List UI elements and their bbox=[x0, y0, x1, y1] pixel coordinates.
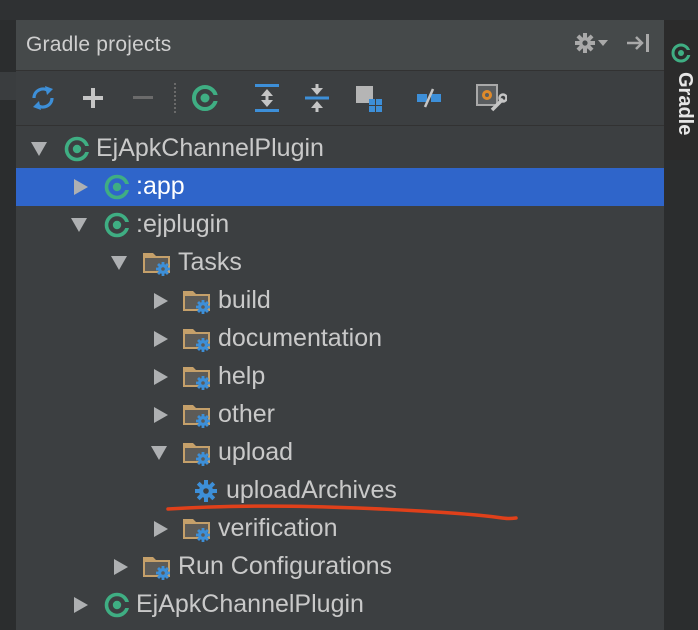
toolbar-separator bbox=[174, 83, 176, 113]
tree-row-label: uploadArchives bbox=[226, 476, 397, 504]
gradle-icon bbox=[671, 43, 691, 63]
expand-arrow-right-icon[interactable] bbox=[154, 407, 168, 423]
tree-row-label: help bbox=[218, 362, 266, 390]
tree-row-label: :ejplugin bbox=[136, 210, 230, 238]
tree-row-label: Run Configurations bbox=[178, 552, 393, 580]
task-folder-icon bbox=[182, 401, 212, 429]
expand-all-icon[interactable] bbox=[250, 81, 284, 115]
task-folder-icon bbox=[182, 439, 212, 467]
toggle-offline-icon[interactable] bbox=[412, 81, 446, 115]
tree-row[interactable]: EjApkChannelPlugin bbox=[16, 130, 664, 168]
side-tab-label: Gradle bbox=[674, 72, 696, 136]
remove-icon[interactable] bbox=[126, 81, 160, 115]
tree-row[interactable]: other bbox=[16, 396, 664, 434]
panel-title: Gradle projects bbox=[26, 33, 172, 56]
expand-arrow-right-icon[interactable] bbox=[154, 521, 168, 537]
tree-row[interactable]: upload bbox=[16, 434, 664, 472]
tree-row[interactable]: documentation bbox=[16, 320, 664, 358]
expand-arrow-right-icon[interactable] bbox=[154, 331, 168, 347]
expand-arrow-right-icon[interactable] bbox=[154, 293, 168, 309]
tree-row[interactable]: uploadArchives bbox=[16, 472, 664, 510]
gear-task-icon bbox=[192, 477, 222, 505]
tree-row[interactable]: Tasks bbox=[16, 244, 664, 282]
tree-row-label: upload bbox=[218, 438, 294, 466]
chevron-down-icon[interactable] bbox=[598, 39, 608, 47]
gear-icon[interactable] bbox=[574, 32, 596, 54]
task-folder-icon bbox=[182, 287, 212, 315]
expand-arrow-down-icon[interactable] bbox=[151, 446, 167, 460]
expand-arrow-right-icon[interactable] bbox=[114, 559, 128, 575]
gradle-toolbar bbox=[16, 71, 664, 126]
tree-row-label: verification bbox=[218, 514, 338, 542]
tree-row[interactable]: Run Configurations bbox=[16, 548, 664, 586]
gutter-marker bbox=[0, 72, 16, 100]
tree-row[interactable]: build bbox=[16, 282, 664, 320]
task-folder-icon bbox=[142, 249, 172, 277]
expand-arrow-right-icon[interactable] bbox=[74, 179, 88, 195]
expand-arrow-down-icon[interactable] bbox=[111, 256, 127, 270]
tree-row-label: EjApkChannelPlugin bbox=[136, 590, 364, 618]
add-icon[interactable] bbox=[76, 81, 110, 115]
expand-arrow-down-icon[interactable] bbox=[71, 218, 87, 232]
tree-row-label: documentation bbox=[218, 324, 383, 352]
task-folder-icon bbox=[182, 515, 212, 543]
tree-row-label: :app bbox=[136, 172, 185, 200]
tab-gradle[interactable]: Gradle bbox=[664, 20, 698, 160]
hide-panel-icon[interactable] bbox=[626, 32, 652, 54]
tree-row-label: build bbox=[218, 286, 271, 314]
tree-row[interactable]: help bbox=[16, 358, 664, 396]
group-modules-icon[interactable] bbox=[352, 81, 386, 115]
gradle-icon bbox=[102, 591, 132, 619]
expand-arrow-right-icon[interactable] bbox=[74, 597, 88, 613]
gradle-icon bbox=[62, 135, 92, 163]
task-folder-icon bbox=[182, 363, 212, 391]
tree-row[interactable]: :ejplugin bbox=[16, 206, 664, 244]
gradle-icon bbox=[102, 211, 132, 239]
gradle-settings-icon[interactable] bbox=[474, 81, 508, 115]
tree-row[interactable]: verification bbox=[16, 510, 664, 548]
tree-row-label: EjApkChannelPlugin bbox=[96, 134, 324, 162]
gradle-projects-panel: Gradle projects EjApkChannelPlugin:app … bbox=[16, 20, 664, 630]
task-folder-icon bbox=[142, 553, 172, 581]
right-tool-window-bar: Gradle bbox=[664, 20, 698, 630]
tree-row[interactable]: EjApkChannelPlugin bbox=[16, 586, 664, 624]
editor-tab-strip bbox=[0, 0, 698, 20]
panel-header: Gradle projects bbox=[16, 20, 664, 71]
tree-row[interactable]: :app bbox=[16, 168, 664, 206]
tree-row-label: Tasks bbox=[178, 248, 242, 276]
gradle-icon bbox=[102, 173, 132, 201]
expand-arrow-down-icon[interactable] bbox=[31, 142, 47, 156]
expand-arrow-right-icon[interactable] bbox=[154, 369, 168, 385]
refresh-all-icon[interactable] bbox=[26, 81, 60, 115]
editor-gutter bbox=[0, 20, 17, 630]
tree-row-label: other bbox=[218, 400, 275, 428]
collapse-all-icon[interactable] bbox=[300, 81, 334, 115]
task-folder-icon bbox=[182, 325, 212, 353]
execute-task-icon[interactable] bbox=[188, 81, 222, 115]
